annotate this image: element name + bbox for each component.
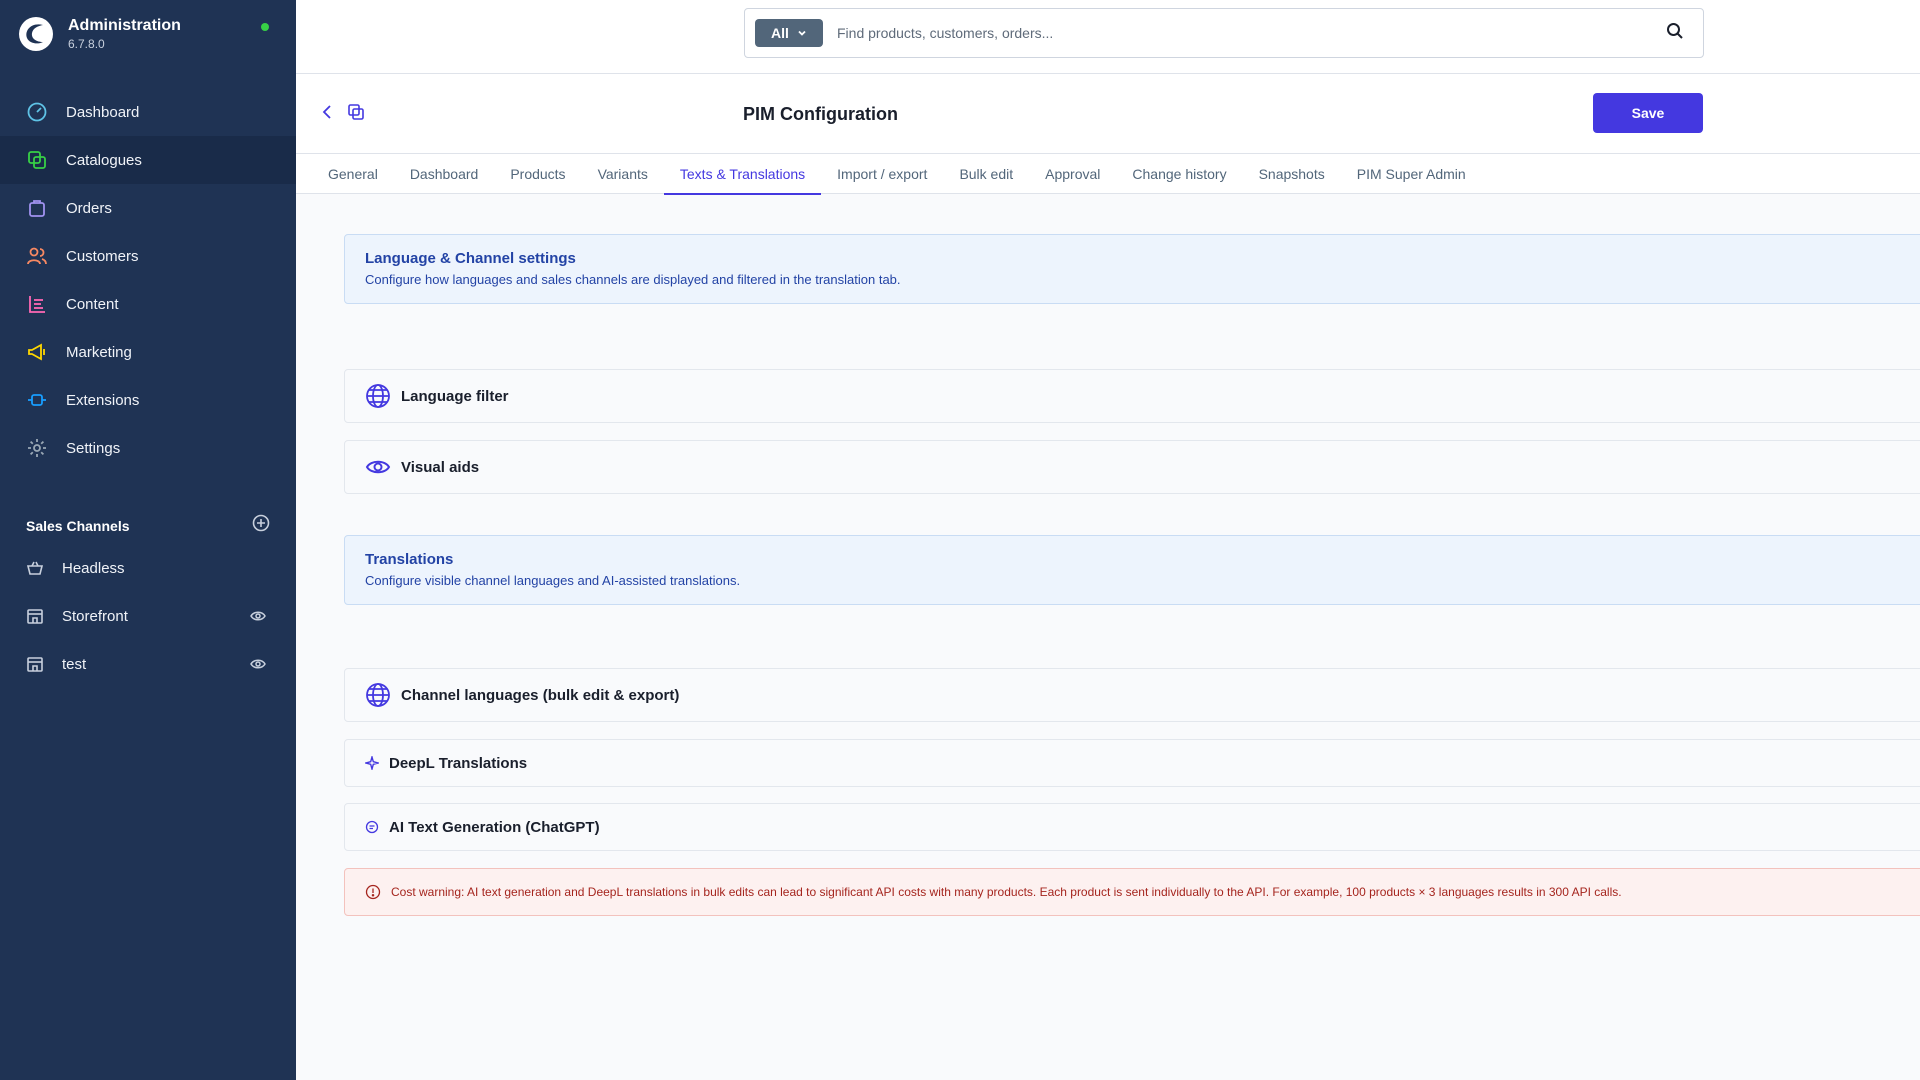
sidebar-item-dashboard[interactable]: Dashboard — [0, 88, 296, 136]
sidebar-item-label: Extensions — [66, 391, 140, 409]
tab-approval[interactable]: Approval — [1029, 154, 1116, 194]
sales-channel-label: test — [62, 655, 87, 673]
app-title: Administration — [68, 17, 181, 34]
sidebar-item-extensions[interactable]: Extensions — [0, 376, 296, 424]
tab-general[interactable]: General — [312, 154, 394, 194]
sidebar-item-label: Content — [66, 295, 119, 313]
main-nav: Dashboard Catalogues Orders Customers Co… — [0, 88, 296, 472]
chevron-down-icon — [797, 25, 807, 41]
cost-warning-alert: Cost warning: AI text generation and Dee… — [344, 868, 1920, 916]
tab-import-export[interactable]: Import / export — [821, 154, 943, 194]
card-title: AI Text Generation (ChatGPT) — [389, 818, 600, 836]
chat-icon — [365, 820, 379, 834]
globe-icon — [365, 682, 391, 708]
sidebar-item-catalogues[interactable]: Catalogues — [0, 136, 296, 184]
translations-info: Translations Configure visible channel l… — [344, 535, 1920, 605]
sidebar-item-content[interactable]: Content — [0, 280, 296, 328]
tab-variants[interactable]: Variants — [582, 154, 664, 194]
eye-icon[interactable] — [250, 608, 266, 628]
page-header: PIM Configuration Save — [296, 74, 1920, 154]
sales-channels-header: Sales Channels — [26, 514, 270, 537]
storefront-icon — [26, 655, 44, 673]
back-button[interactable] — [316, 102, 340, 126]
sidebar-item-label: Orders — [66, 199, 112, 217]
basket-icon — [26, 559, 44, 577]
tab-change-history[interactable]: Change history — [1116, 154, 1242, 194]
copy-icon — [347, 103, 365, 126]
info-text: Configure how languages and sales channe… — [365, 272, 901, 287]
tab-dashboard[interactable]: Dashboard — [394, 154, 495, 194]
sales-channel-label: Headless — [62, 559, 125, 577]
save-button[interactable]: Save — [1593, 93, 1703, 133]
sidebar-item-marketing[interactable]: Marketing — [0, 328, 296, 376]
megaphone-icon — [26, 341, 48, 363]
brand[interactable]: Administration 6.7.8.0 — [18, 16, 181, 52]
sidebar-item-label: Marketing — [66, 343, 132, 361]
card-title: Visual aids — [401, 458, 480, 476]
sales-channel-label: Storefront — [62, 607, 128, 625]
sidebar-item-customers[interactable]: Customers — [0, 232, 296, 280]
eye-icon[interactable] — [250, 656, 266, 676]
card-title: Channel languages (bulk edit & export) — [401, 686, 680, 704]
search-type-dropdown[interactable]: All — [755, 19, 823, 47]
info-circle-icon — [365, 884, 381, 900]
language-filter-card[interactable]: Language filter — [344, 369, 1920, 423]
warning-text: Cost warning: AI text generation and Dee… — [391, 885, 1622, 899]
search-button[interactable] — [1647, 9, 1703, 57]
sidebar-item-label: Customers — [66, 247, 139, 265]
sidebar-item-orders[interactable]: Orders — [0, 184, 296, 232]
sidebar-item-label: Settings — [66, 439, 121, 457]
plug-icon — [26, 389, 48, 411]
page-title: PIM Configuration — [743, 104, 898, 124]
global-search: All — [744, 8, 1704, 58]
sales-channels-list: Headless Storefront test — [0, 544, 296, 688]
visual-aids-card[interactable]: Visual aids — [344, 440, 1920, 494]
sales-channel-test[interactable]: test — [0, 640, 296, 688]
chevron-left-icon — [320, 104, 336, 125]
duplicate-button[interactable] — [344, 102, 368, 126]
ai-text-generation-card[interactable]: AI Text Generation (ChatGPT) — [344, 803, 1920, 851]
top-bar: All — [296, 0, 1920, 74]
globe-icon — [365, 383, 391, 409]
search-icon — [1666, 22, 1684, 45]
info-title: Language & Channel settings — [365, 250, 576, 267]
tab-products[interactable]: Products — [494, 154, 581, 194]
card-title: DeepL Translations — [389, 754, 528, 772]
sales-channel-headless[interactable]: Headless — [0, 544, 296, 592]
deepl-translations-card[interactable]: DeepL Translations — [344, 739, 1920, 787]
sparkle-icon — [365, 756, 379, 770]
search-type-label: All — [771, 25, 789, 41]
shopping-bag-icon — [26, 197, 48, 219]
catalogue-icon — [26, 149, 48, 171]
search-input[interactable] — [837, 25, 1647, 41]
sidebar-item-settings[interactable]: Settings — [0, 424, 296, 472]
sales-channel-storefront[interactable]: Storefront — [0, 592, 296, 640]
tab-texts-translations[interactable]: Texts & Translations — [663, 154, 822, 195]
eye-icon — [365, 454, 391, 480]
sidebar-item-label: Dashboard — [66, 103, 140, 121]
tabs: General Dashboard Products Variants Text… — [296, 154, 1920, 195]
app-version: 6.7.8.0 — [68, 37, 105, 51]
users-icon — [26, 245, 48, 267]
content-list-icon — [26, 293, 48, 315]
tab-snapshots[interactable]: Snapshots — [1243, 154, 1341, 194]
info-text: Configure visible channel languages and … — [365, 573, 741, 588]
channel-languages-card[interactable]: Channel languages (bulk edit & export) — [344, 668, 1920, 722]
sidebar: Administration 6.7.8.0 Dashboard Catalog… — [0, 0, 296, 1080]
gear-icon — [26, 437, 48, 459]
tab-pim-super-admin[interactable]: PIM Super Admin — [1341, 154, 1482, 194]
dashboard-gauge-icon — [26, 101, 48, 123]
status-indicator — [261, 23, 269, 31]
sales-channels-title: Sales Channels — [26, 517, 130, 534]
sidebar-item-label: Catalogues — [66, 151, 142, 169]
language-channel-info: Language & Channel settings Configure ho… — [344, 234, 1920, 304]
tab-bulk-edit[interactable]: Bulk edit — [943, 154, 1029, 194]
storefront-icon — [26, 607, 44, 625]
card-title: Language filter — [401, 387, 509, 405]
add-sales-channel-icon[interactable] — [252, 514, 270, 537]
shopware-logo-icon — [19, 17, 53, 51]
info-title: Translations — [365, 551, 454, 568]
